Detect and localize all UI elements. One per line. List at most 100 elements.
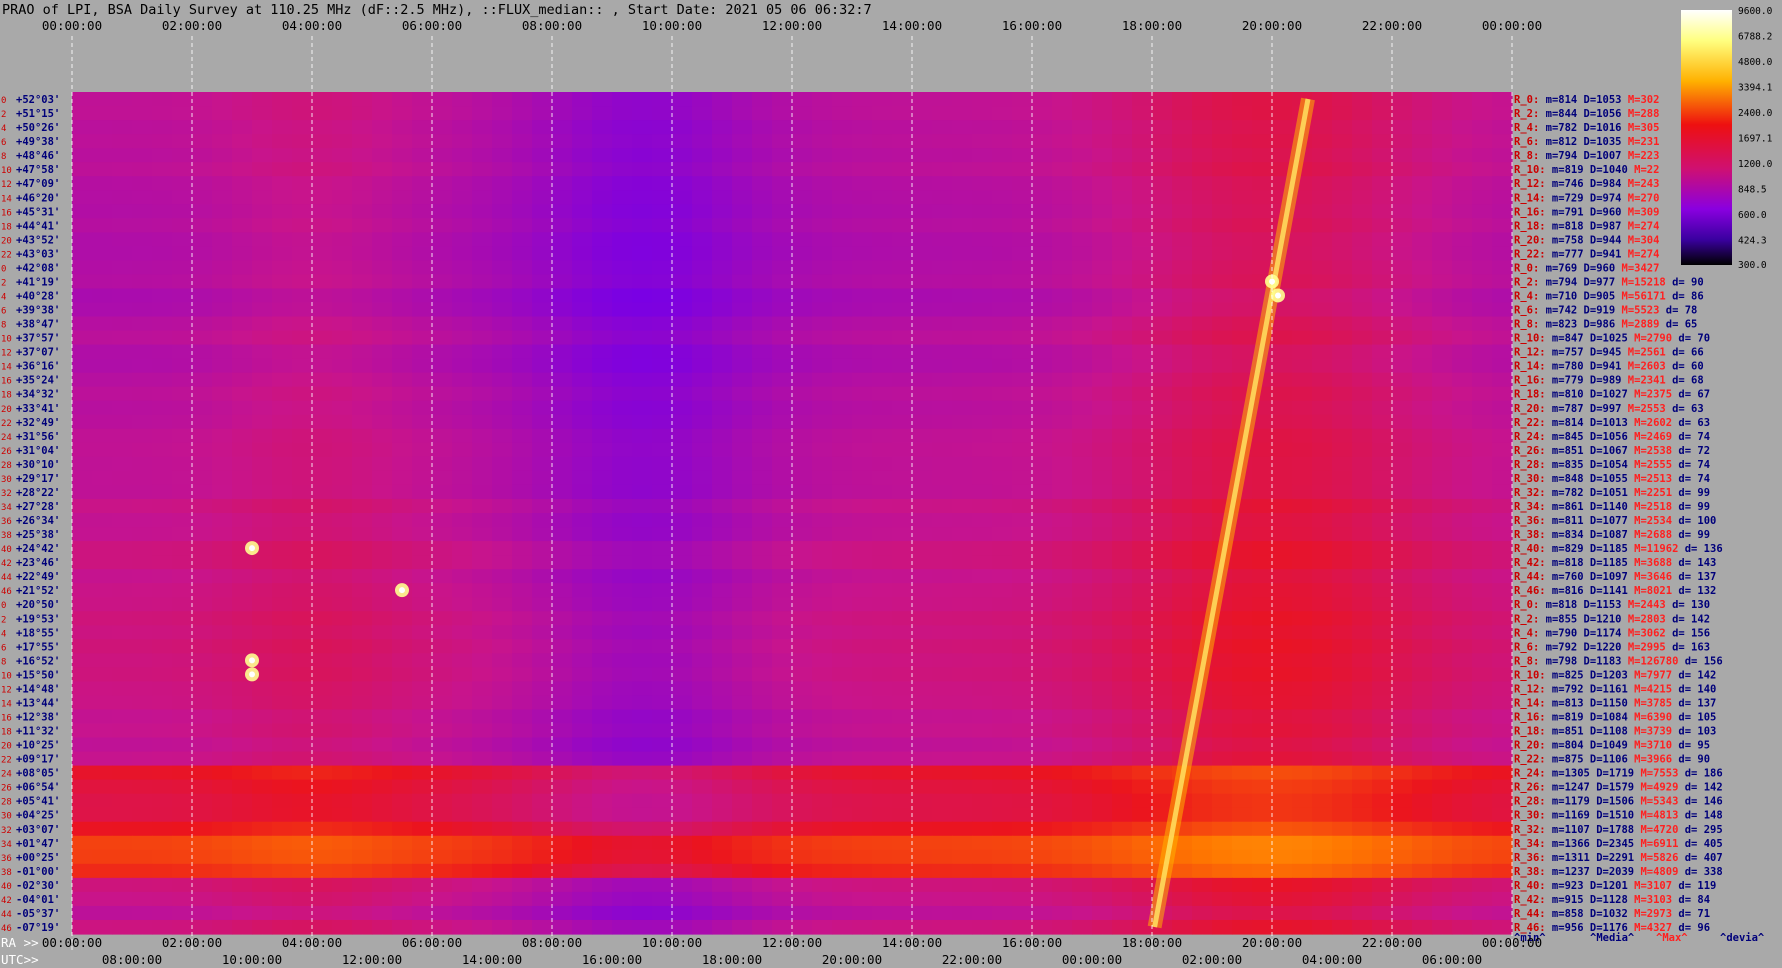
heatmap-cell: [932, 260, 953, 276]
heatmap-cell: [432, 863, 453, 879]
heatmap-cell: [872, 695, 893, 711]
heatmap-cell: [412, 414, 433, 430]
heatmap-cell: [1032, 611, 1053, 626]
heatmap-cell: [872, 667, 893, 682]
heatmap-cell: [1052, 555, 1073, 570]
heatmap-cell: [612, 400, 633, 416]
heatmap-cell: [752, 681, 773, 697]
heatmap-cell: [912, 821, 933, 837]
heatmap-cell: [1292, 653, 1313, 668]
heatmap-cell: [332, 274, 353, 290]
heatmap-cell: [112, 428, 133, 444]
heatmap-cell: [1432, 779, 1453, 795]
heatmap-cell: [1292, 513, 1313, 528]
heatmap-cell: [1232, 737, 1253, 753]
heatmap-cell: [1172, 302, 1193, 318]
heatmap-cell: [492, 639, 513, 654]
heatmap-cell: [392, 386, 413, 402]
heatmap-cell: [1092, 470, 1113, 486]
heatmap-cell: [1092, 246, 1113, 261]
heatmap-cell: [1032, 302, 1053, 318]
heatmap-cell: [732, 260, 753, 276]
row-stat-key: m=: [1546, 557, 1565, 569]
heatmap-cell: [472, 484, 493, 500]
heatmap-cell: [1152, 653, 1173, 668]
heatmap-cell: [412, 302, 433, 318]
heatmap-cell: [372, 709, 393, 725]
heatmap-cell: [132, 218, 153, 233]
heatmap-cell: [92, 863, 113, 879]
heatmap-cell: [452, 541, 473, 556]
heatmap-cell: [152, 372, 173, 388]
heatmap-cell: [1012, 513, 1033, 528]
heatmap-cell: [1032, 484, 1053, 500]
heatmap-cell: [412, 274, 433, 290]
heatmap-cell: [572, 723, 593, 739]
heatmap-cell: [792, 695, 813, 711]
heatmap-cell: [1112, 484, 1133, 500]
row-index-label: 36: [1, 517, 12, 527]
heatmap-cell: [252, 498, 273, 514]
heatmap-cell: [312, 765, 333, 781]
declination-label: +14°48': [16, 683, 60, 695]
heatmap-cell: [152, 330, 173, 346]
heatmap-cell: [1252, 120, 1273, 135]
heatmap-cell: [1472, 779, 1493, 795]
row-stat-dev: d= 72: [1678, 445, 1710, 457]
row-stat-r: R_14:: [1514, 192, 1546, 204]
heatmap-cell: [712, 288, 733, 304]
heatmap-cell: [692, 541, 713, 556]
heatmap-cell: [1112, 316, 1133, 332]
heatmap-cell: [1152, 737, 1173, 753]
heatmap-cell: [1352, 723, 1373, 739]
heatmap-cell: [1112, 849, 1133, 865]
row-stat-key: D=: [1584, 669, 1603, 681]
heatmap-cell: [212, 162, 233, 177]
heatmap-cell: [552, 232, 573, 247]
heatmap-cell: [1032, 288, 1053, 304]
heatmap-cell: [1472, 442, 1493, 458]
declination-label: +52°03': [16, 94, 60, 106]
heatmap-cell: [1252, 751, 1273, 767]
heatmap-cell: [532, 246, 553, 261]
heatmap-cell: [1032, 92, 1053, 107]
heatmap-cell: [1492, 330, 1513, 346]
heatmap-cell: [1452, 456, 1473, 472]
heatmap-cell: [312, 667, 333, 682]
heatmap-cell: [952, 358, 973, 374]
heatmap-cell: [1412, 821, 1433, 837]
heatmap-cell: [452, 148, 473, 163]
heatmap-cell: [712, 849, 733, 865]
heatmap-cell: [272, 555, 293, 570]
heatmap-cell: [192, 821, 213, 837]
heatmap-cell: [172, 106, 193, 121]
heatmap-cell: [752, 737, 773, 753]
heatmap-cell: [772, 92, 793, 107]
row-stat-d: 1016: [1596, 122, 1621, 134]
row-stat-dev: d= 74: [1678, 459, 1710, 471]
heatmap-cell: [352, 288, 373, 304]
heatmap-cell: [1312, 877, 1333, 893]
heatmap-cell: [1052, 162, 1073, 177]
heatmap-cell: [1372, 611, 1393, 626]
heatmap-cell: [592, 498, 613, 514]
heatmap-cell: [1012, 148, 1033, 163]
heatmap-cell: [852, 751, 873, 767]
heatmap-cell: [152, 653, 173, 668]
heatmap-cell: [72, 737, 93, 753]
heatmap-cell: [292, 625, 313, 640]
heatmap-cell: [92, 484, 113, 500]
heatmap-cell: [392, 625, 413, 640]
heatmap-cell: [992, 148, 1013, 163]
heatmap-cell: [252, 358, 273, 374]
heatmap-cell: [632, 821, 653, 837]
heatmap-cell: [152, 793, 173, 809]
heatmap-cell: [252, 106, 273, 121]
heatmap-cell: [1232, 274, 1253, 290]
heatmap-cell: [712, 260, 733, 276]
heatmap-cell: [572, 653, 593, 668]
heatmap-cell: [652, 106, 673, 121]
row-index-label: 2: [1, 278, 6, 288]
heatmap-cell: [352, 527, 373, 542]
heatmap-cell: [632, 316, 653, 332]
